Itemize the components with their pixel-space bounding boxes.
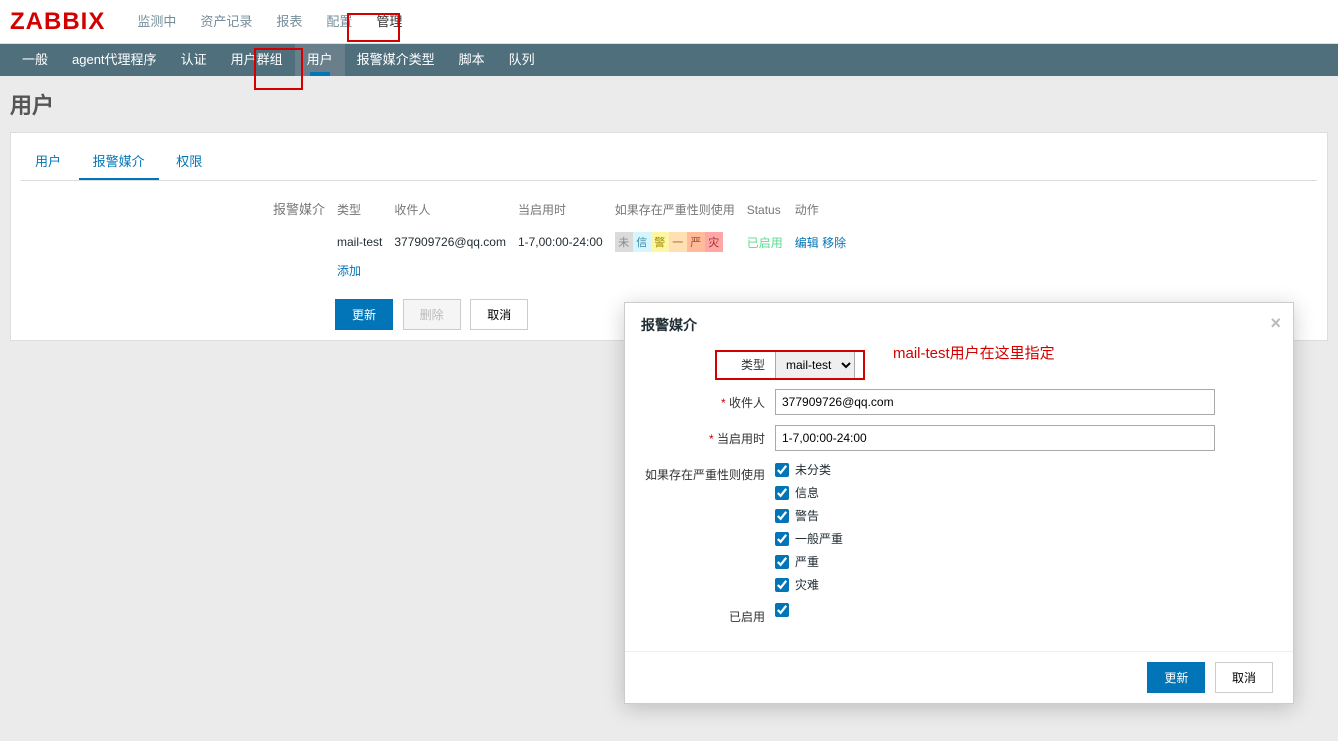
label-type: 类型 — [645, 351, 775, 373]
col-action: 动作 — [795, 197, 856, 226]
subnav-proxies[interactable]: agent代理程序 — [60, 44, 169, 76]
nav-inventory[interactable]: 资产记录 — [188, 0, 264, 44]
media-table: 类型 收件人 当启用时 如果存在严重性则使用 Status 动作 mail-te… — [335, 195, 858, 285]
tab-media[interactable]: 报警媒介 — [79, 143, 159, 180]
nav-monitoring[interactable]: 监测中 — [125, 0, 188, 44]
col-type: 类型 — [337, 197, 392, 226]
logo: ZABBIX — [10, 8, 105, 36]
sub-nav: 一般 agent代理程序 认证 用户群组 用户 报警媒介类型 脚本 队列 — [0, 44, 1338, 76]
subnav-mediatypes[interactable]: 报警媒介类型 — [345, 44, 447, 76]
cell-type: mail-test — [337, 228, 392, 256]
col-whenactive: 当启用时 — [518, 197, 613, 226]
nav-configuration[interactable]: 配置 — [314, 0, 364, 44]
severity-check-2[interactable] — [775, 509, 789, 523]
severity-badge-4: 严 — [687, 232, 705, 252]
severity-badge-3: 一 — [669, 232, 687, 252]
cell-action: 编辑 移除 — [795, 228, 856, 256]
type-select[interactable]: mail-test — [775, 351, 855, 379]
severity-check-5[interactable] — [775, 578, 789, 592]
media-section-label: 报警媒介 — [261, 195, 325, 218]
severity-check-1[interactable] — [775, 486, 789, 500]
severity-check-0[interactable] — [775, 463, 789, 477]
col-recipient: 收件人 — [394, 197, 516, 226]
label-severity: 如果存在严重性则使用 — [645, 461, 775, 483]
nav-reports[interactable]: 报表 — [264, 0, 314, 44]
col-severity: 如果存在严重性则使用 — [615, 197, 745, 226]
content-tabs: 用户 报警媒介 权限 — [21, 143, 1317, 181]
delete-button: 删除 — [403, 299, 461, 330]
page-title: 用户 — [0, 76, 1338, 132]
table-row: mail-test 377909726@qq.com 1-7,00:00-24:… — [337, 228, 856, 256]
severity-check-3[interactable] — [775, 532, 789, 546]
severity-check-4[interactable] — [775, 555, 789, 569]
modal-cancel-button[interactable]: 取消 — [1215, 662, 1273, 693]
recipient-input[interactable] — [775, 389, 1215, 415]
subnav-authentication[interactable]: 认证 — [169, 44, 219, 76]
remove-link[interactable]: 移除 — [822, 236, 846, 250]
severity-checkbox-group: 未分类 信息 警告 一般严重 严重 灾难 — [775, 461, 843, 593]
tab-permissions[interactable]: 权限 — [162, 143, 216, 178]
label-enabled: 已启用 — [645, 603, 775, 625]
label-whenactive: 当启用时 — [645, 425, 775, 447]
severity-badge-0: 未 — [615, 232, 633, 252]
add-media-link[interactable]: 添加 — [337, 264, 361, 278]
nav-administration[interactable]: 管理 — [364, 0, 414, 44]
modal-title: 报警媒介 × — [625, 303, 1293, 347]
cancel-button[interactable]: 取消 — [470, 299, 528, 330]
whenactive-input[interactable] — [775, 425, 1215, 451]
cell-recipient: 377909726@qq.com — [394, 228, 516, 256]
modal-update-button[interactable]: 更新 — [1147, 662, 1205, 693]
top-nav: ZABBIX 监测中 资产记录 报表 配置 管理 — [0, 0, 1338, 44]
severity-badge-1: 信 — [633, 232, 651, 252]
enabled-check[interactable] — [775, 603, 789, 617]
close-icon[interactable]: × — [1270, 313, 1281, 334]
update-button[interactable]: 更新 — [335, 299, 393, 330]
cell-status[interactable]: 已启用 — [747, 228, 793, 256]
edit-link[interactable]: 编辑 — [795, 236, 819, 250]
subnav-queue[interactable]: 队列 — [497, 44, 547, 76]
annotation-text: mail-test用户在这里指定 — [893, 342, 1055, 363]
col-status: Status — [747, 197, 793, 226]
severity-badge-2: 警 — [651, 232, 669, 252]
severity-badge-5: 灾 — [705, 232, 723, 252]
label-recipient: 收件人 — [645, 389, 775, 411]
cell-severity: 未 信 警 一 严 灾 — [615, 228, 745, 256]
subnav-users[interactable]: 用户 — [295, 44, 345, 76]
tab-user[interactable]: 用户 — [21, 143, 75, 178]
cell-whenactive: 1-7,00:00-24:00 — [518, 228, 613, 256]
subnav-usergroups[interactable]: 用户群组 — [219, 44, 295, 76]
subnav-scripts[interactable]: 脚本 — [447, 44, 497, 76]
subnav-general[interactable]: 一般 — [10, 44, 60, 76]
modal-footer: 更新 取消 — [625, 651, 1293, 703]
